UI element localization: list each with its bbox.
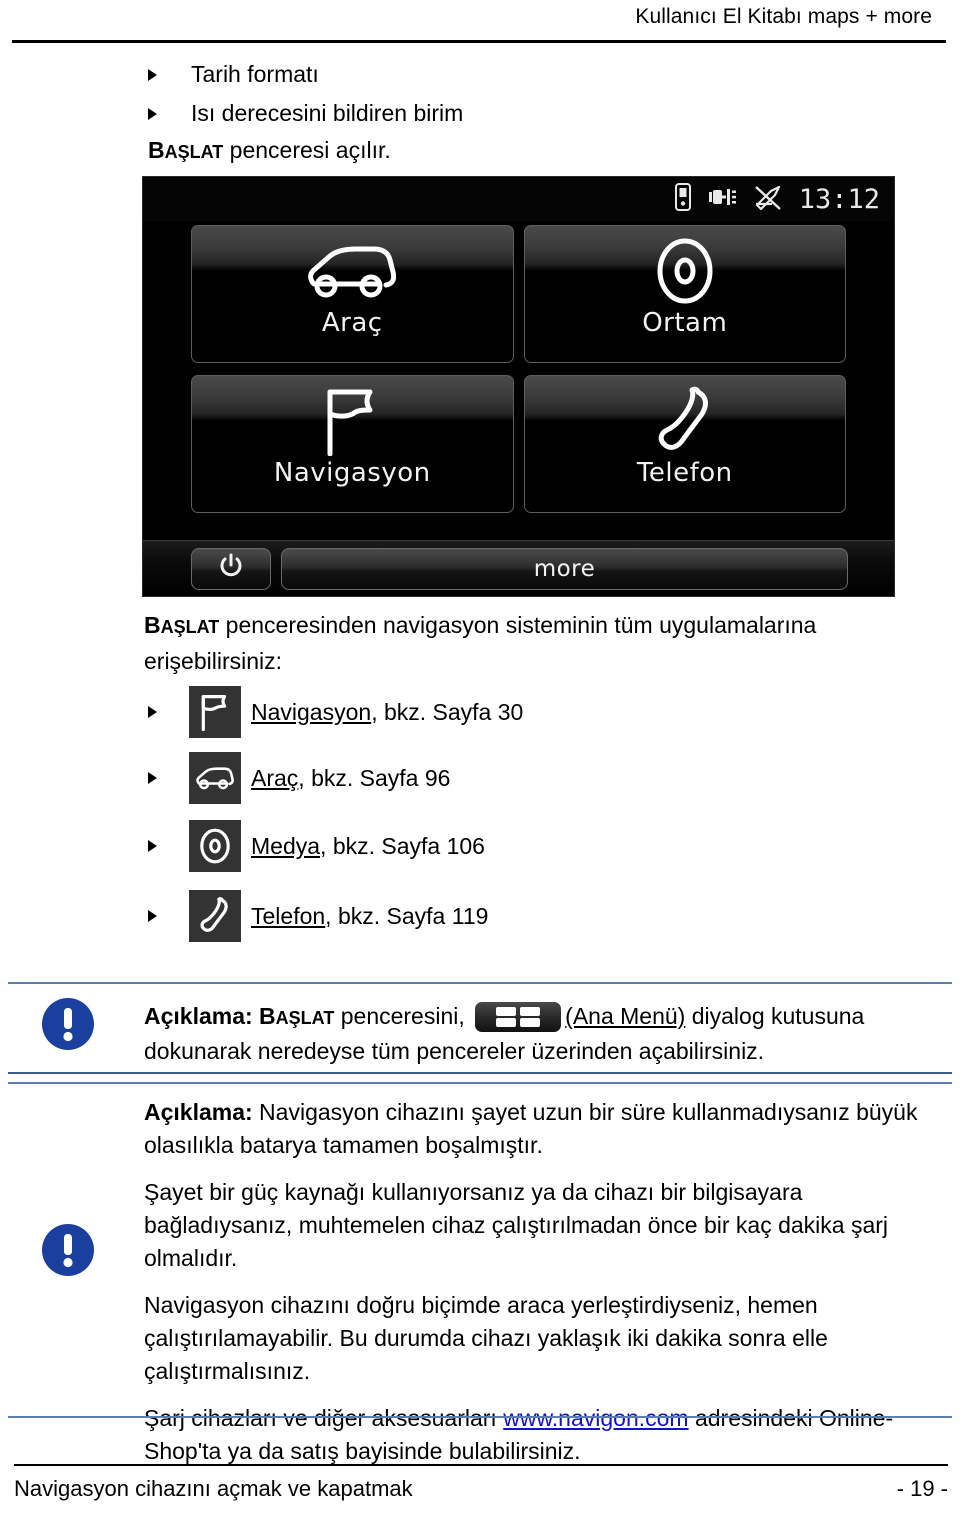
smallcaps-start: BAŞLAT xyxy=(252,1003,335,1029)
device-tile-grid: Araç Ortam Navigasyon Telefon xyxy=(143,221,894,513)
app-link[interactable]: Navigasyon xyxy=(251,699,371,725)
bullet-triangle-icon xyxy=(148,910,157,922)
app-ref: , bkz. Sayfa 119 xyxy=(325,902,489,929)
app-link[interactable]: Medya xyxy=(251,833,320,859)
note-two-paragraph-0: Açıklama: Navigasyon cihazını şayet uzun… xyxy=(144,1096,934,1162)
intro-text: penceresinden navigasyon sisteminin tüm … xyxy=(144,612,817,674)
note-two-paragraph-2: Navigasyon cihazını doğru biçimde araca … xyxy=(144,1292,828,1384)
car-icon xyxy=(300,236,404,306)
bullet-triangle-icon xyxy=(148,772,157,784)
list-item-telefon[interactable]: Telefon, bkz. Sayfa 119 xyxy=(148,890,488,942)
app-link[interactable]: Araç xyxy=(251,765,298,791)
flag-icon xyxy=(320,386,384,456)
navigon-link[interactable]: www.navigon.com xyxy=(503,1405,688,1431)
note-rule-middle-b xyxy=(8,1082,952,1084)
start-window-sentence: BAŞLAT penceresi açılır. xyxy=(148,137,391,164)
note-one-part1: penceresini, xyxy=(334,1003,472,1029)
phone-icon xyxy=(189,890,241,942)
app-ref: , bkz. Sayfa 106 xyxy=(320,832,485,859)
bullet-triangle-icon xyxy=(148,706,157,718)
gps-off-icon xyxy=(753,183,783,216)
tile-arac[interactable]: Araç xyxy=(191,225,514,363)
tile-telefon[interactable]: Telefon xyxy=(523,375,846,513)
bullet-triangle-icon xyxy=(148,840,157,852)
app-link[interactable]: Telefon xyxy=(251,903,325,929)
page-header: Kullanıcı El Kitabı maps + more xyxy=(0,0,960,46)
list-item: Tarih formatı xyxy=(148,61,319,88)
info-exclamation-icon xyxy=(40,1222,96,1278)
note-rule-top xyxy=(8,982,952,984)
device-status-bar: 13:12 xyxy=(143,177,894,221)
bullet-label: Tarih formatı xyxy=(191,61,319,87)
app-text: Medya, bkz. Sayfa 106 xyxy=(251,833,485,860)
disc-icon xyxy=(649,236,721,306)
header-title: Kullanıcı El Kitabı maps + more xyxy=(635,5,932,28)
list-item-arac[interactable]: Araç, bkz. Sayfa 96 xyxy=(148,752,450,804)
app-text: Navigasyon, bkz. Sayfa 30 xyxy=(251,699,523,726)
plug-icon xyxy=(707,186,737,213)
footer-rule xyxy=(14,1464,948,1466)
list-item-navigasyon[interactable]: Navigasyon, bkz. Sayfa 30 xyxy=(148,686,523,738)
app-text: Araç, bkz. Sayfa 96 xyxy=(251,765,450,792)
note-two-body: Açıklama: Navigasyon cihazını şayet uzun… xyxy=(144,1096,934,1468)
note-rule-bottom xyxy=(8,1416,952,1418)
note-two-text-0: Navigasyon cihazını şayet uzun bir süre … xyxy=(144,1099,918,1158)
header-rule xyxy=(12,40,946,43)
bullet-label: Isı derecesini bildiren birim xyxy=(191,100,464,126)
tile-label: Telefon xyxy=(636,458,733,488)
note-one-body: Açıklama: BAŞLAT penceresini, (Ana Menü)… xyxy=(144,1000,934,1068)
smallcaps-start: BAŞLAT xyxy=(148,137,224,163)
page-footer: Navigasyon cihazını açmak ve kapatmak - … xyxy=(14,1476,948,1502)
tile-label: Ortam xyxy=(642,308,728,338)
note-one-label: Açıklama: xyxy=(144,1003,253,1029)
app-ref: , bkz. Sayfa 30 xyxy=(371,698,524,725)
flag-icon xyxy=(189,686,241,738)
note-rule-middle-a xyxy=(8,1072,952,1074)
note-two-label: Açıklama: xyxy=(144,1099,253,1125)
phone-icon xyxy=(654,386,716,456)
car-icon xyxy=(189,752,241,804)
footer-right: - 19 - xyxy=(896,1476,948,1501)
tile-navigasyon[interactable]: Navigasyon xyxy=(191,375,514,513)
device-screenshot: 13:12 Araç Ortam Navigasyon Telefon more xyxy=(142,176,895,597)
note-two-last-pre: Şarj cihazları ve diğer aksesuarları xyxy=(144,1405,504,1431)
app-ref: , bkz. Sayfa 96 xyxy=(298,764,451,791)
footer-left: Navigasyon cihazını açmak ve kapatmak xyxy=(14,1476,413,1501)
note-two-paragraph-3: Şarj cihazları ve diğer aksesuarları www… xyxy=(144,1402,934,1468)
battery-icon xyxy=(674,182,691,216)
bullet-triangle-icon xyxy=(148,107,157,120)
tile-ortam[interactable]: Ortam xyxy=(523,225,846,363)
tile-label: Navigasyon xyxy=(273,458,431,488)
list-item: Isı derecesini bildiren birim xyxy=(148,100,463,127)
intro-paragraph: BAŞLAT penceresinden navigasyon sistemin… xyxy=(144,608,904,678)
more-button-label: more xyxy=(533,555,596,582)
app-text: Telefon, bkz. Sayfa 119 xyxy=(251,903,488,930)
main-menu-icon[interactable] xyxy=(475,1002,562,1032)
device-clock: 13:12 xyxy=(798,183,880,215)
smallcaps-start: BAŞLAT xyxy=(144,612,220,638)
list-item-medya[interactable]: Medya, bkz. Sayfa 106 xyxy=(148,820,485,872)
device-bottom-bar: more xyxy=(143,540,894,596)
more-button[interactable]: more xyxy=(281,547,848,590)
start-window-rest: penceresi açılır. xyxy=(223,137,391,163)
tile-label: Araç xyxy=(321,308,383,338)
power-icon xyxy=(219,553,243,584)
power-button[interactable] xyxy=(191,547,271,590)
note-one-link[interactable]: (Ana Menü) xyxy=(565,1003,685,1029)
note-two-paragraph-1: Şayet bir güç kaynağı kullanıyorsanız ya… xyxy=(144,1179,889,1271)
info-exclamation-icon xyxy=(40,996,96,1052)
disc-icon xyxy=(189,820,241,872)
bullet-triangle-icon xyxy=(148,68,157,81)
